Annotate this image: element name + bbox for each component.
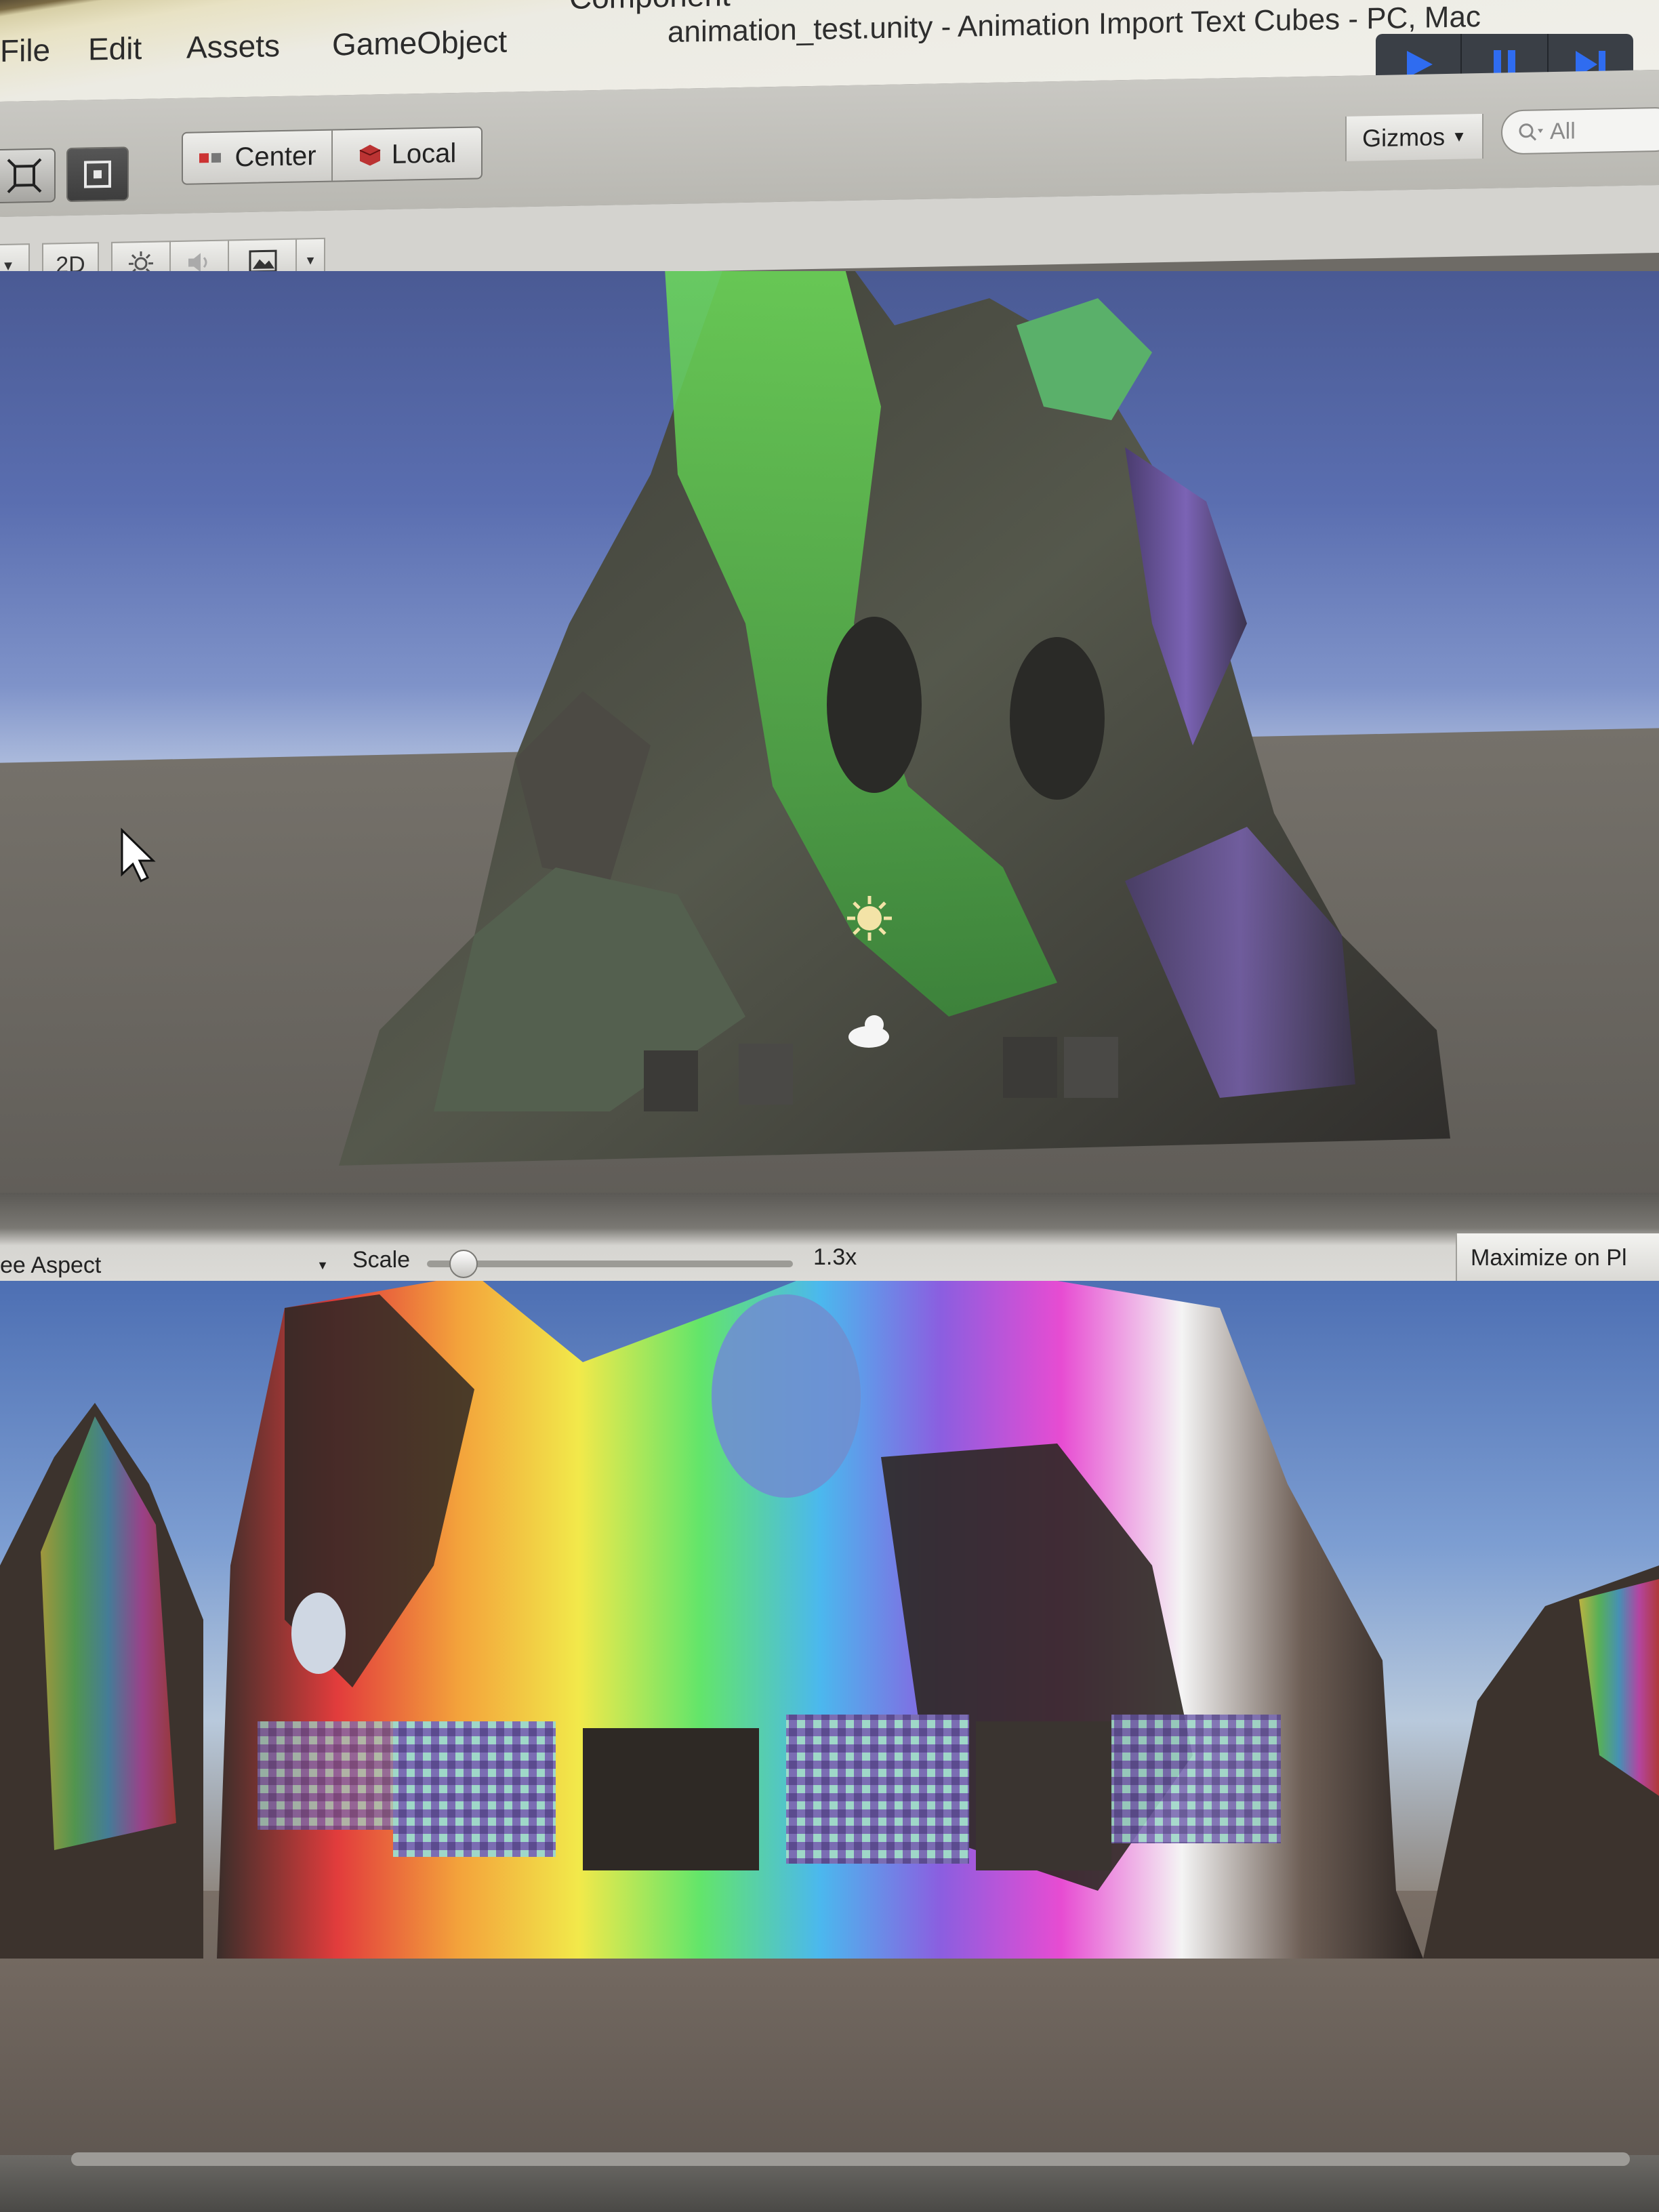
chevron-down-icon: ▼ [1452, 127, 1467, 145]
scale-label: Scale [352, 1247, 411, 1273]
menu-component[interactable]: Component [569, 0, 731, 16]
scale-slider-thumb[interactable] [449, 1250, 478, 1278]
gizmos-label: Gizmos [1362, 123, 1446, 152]
pivot-center-button[interactable]: Center [183, 130, 333, 184]
scene-view[interactable] [0, 271, 1659, 1193]
game-view[interactable] [0, 1281, 1659, 2162]
pivot-toggle-group: Center Local [182, 126, 483, 185]
scale-tool-button[interactable] [0, 148, 56, 204]
game-view-header: ee Aspect ▼ Scale 1.3x Maximize on Pl [0, 1193, 1659, 1282]
menu-gameobject[interactable]: GameObject [332, 23, 507, 63]
gizmos-dropdown[interactable]: Gizmos ▼ [1345, 113, 1483, 161]
pivot-local-button[interactable]: Local [333, 127, 481, 180]
menu-assets[interactable]: Assets [186, 27, 280, 66]
aspect-label: ee Aspect [0, 1252, 102, 1278]
scale-slider-track[interactable] [427, 1261, 793, 1267]
window-title: animation_test.unity - Animation Import … [668, 0, 1481, 49]
aspect-dropdown[interactable]: ee Aspect ▼ [0, 1246, 335, 1285]
game-sculpture [0, 1281, 1659, 1959]
local-cube-icon [359, 144, 381, 166]
chevron-down-icon: ▼ [316, 1258, 329, 1272]
image-icon [249, 249, 277, 273]
rect-tool-button[interactable] [66, 146, 129, 203]
scale-tool-icon [7, 158, 42, 194]
menu-edit[interactable]: Edit [88, 30, 142, 68]
pivot-center-label: Center [234, 140, 316, 172]
scale-value: 1.3x [813, 1244, 857, 1270]
mouse-cursor-icon [121, 827, 156, 883]
menu-file[interactable]: File [0, 32, 50, 69]
search-placeholder: All [1550, 117, 1576, 144]
maximize-label: Maximize on Pl [1471, 1244, 1627, 1271]
maximize-on-play-toggle[interactable]: Maximize on Pl [1456, 1233, 1659, 1282]
pivot-local-label: Local [391, 138, 457, 169]
rect-tool-icon [84, 160, 111, 188]
horizontal-scrollbar[interactable] [71, 2152, 1630, 2166]
search-icon [1519, 123, 1543, 141]
scene-sculpture [121, 271, 1450, 1166]
pivot-center-icon [199, 152, 222, 163]
chevron-down-icon: ▼ [304, 253, 316, 267]
search-input[interactable]: All [1501, 106, 1659, 155]
